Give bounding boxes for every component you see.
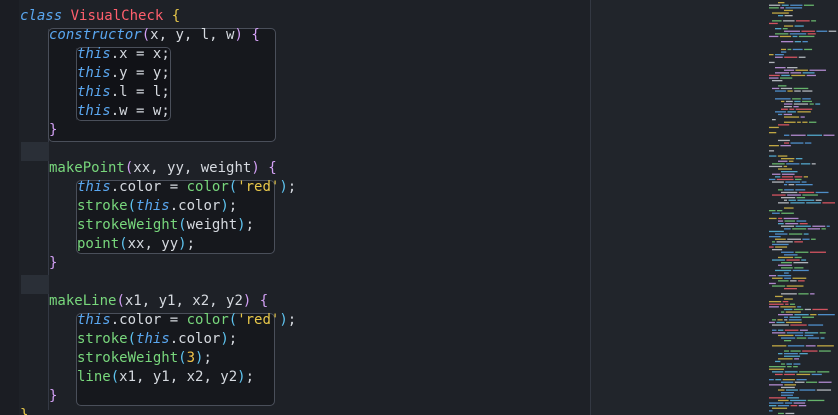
code-line-13: point(xx, yy); — [77, 236, 196, 252]
code-line-20: line(x1, y1, x2, y2); — [77, 369, 255, 385]
code-line-12: strokeWeight(weight); — [77, 217, 255, 233]
line-highlight — [21, 142, 49, 161]
minimap[interactable] — [590, 0, 838, 415]
code-line-17: this.color = color('red'); — [77, 312, 297, 328]
code-line-9: makePoint(xx, yy, weight) { — [49, 160, 277, 176]
code-line-14: } — [49, 255, 58, 271]
code-line-4: this.y = y; — [77, 65, 170, 81]
code-line-21: } — [49, 388, 58, 404]
class-name: VisualCheck — [70, 8, 164, 24]
code-line-11: stroke(this.color); — [77, 198, 238, 214]
code-line-16: makeLine(x1, y1, x2, y2) { — [49, 293, 269, 309]
code-line-6: this.w = w; — [77, 103, 170, 119]
makepoint-name: makePoint — [49, 160, 125, 176]
open-brace: { — [171, 8, 181, 24]
line-highlight — [21, 275, 49, 294]
code-line-10: this.color = color('red'); — [77, 179, 297, 195]
minimap-scroll-region[interactable] — [768, 0, 838, 415]
code-line-1: class VisualCheck { — [20, 7, 180, 26]
code-line-5: this.l = l; — [77, 84, 170, 100]
code-line-2: constructor(x, y, l, w) { — [49, 27, 260, 43]
code-editor[interactable]: class VisualCheck { constructor(x, y, l,… — [0, 0, 590, 415]
code-line-18: stroke(this.color); — [77, 331, 238, 347]
makeline-name: makeLine — [49, 293, 117, 309]
constructor-name: constructor — [49, 27, 142, 43]
code-line-3: this.x = x; — [77, 46, 170, 62]
code-line-19: strokeWeight(3); — [77, 350, 212, 366]
code-line-7: } — [49, 122, 58, 138]
gutter — [0, 0, 19, 415]
code-line-22: } — [20, 407, 29, 415]
constructor-params: x, y, l, w — [150, 27, 235, 43]
class-keyword: class — [20, 8, 63, 24]
